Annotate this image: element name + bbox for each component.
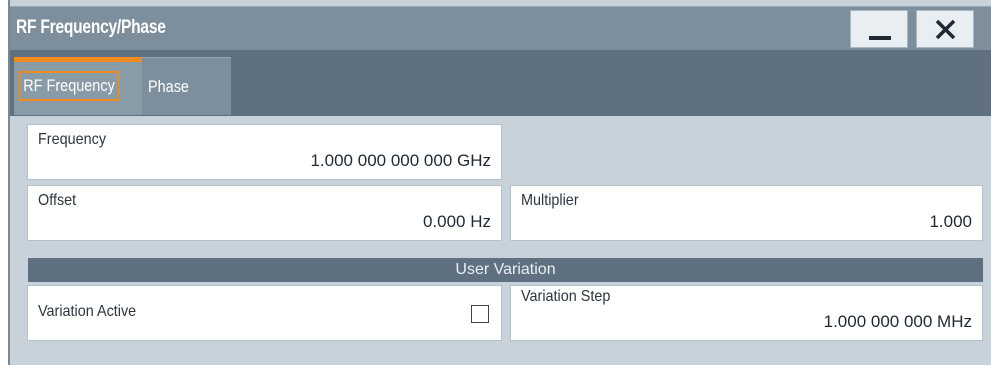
tab-rf-frequency-label: RF Frequency: [19, 71, 120, 101]
variation-step-label: Variation Step: [521, 288, 611, 305]
frequency-label: Frequency: [38, 131, 107, 148]
window-title: RF Frequency/Phase: [16, 17, 166, 38]
frequency-value: 1.000 000 000 000 GHz: [310, 151, 491, 170]
close-button[interactable]: [916, 10, 974, 48]
variation-active-label: Variation Active: [38, 303, 137, 320]
tab-phase-label: Phase: [148, 77, 189, 96]
variation-active-checkbox[interactable]: [471, 305, 489, 323]
multiplier-label: Multiplier: [521, 192, 579, 209]
variation-step-field[interactable]: Variation Step 1.000 000 000 MHz: [510, 285, 983, 341]
tab-bar: RF Frequency Phase: [10, 50, 991, 116]
frequency-field[interactable]: Frequency 1.000 000 000 000 GHz: [27, 124, 502, 180]
offset-field[interactable]: Offset 0.000 Hz: [27, 185, 502, 241]
offset-label: Offset: [38, 192, 77, 209]
offset-value: 0.000 Hz: [422, 212, 491, 231]
multiplier-value: 1.000: [929, 212, 972, 231]
tab-rf-frequency[interactable]: RF Frequency: [14, 57, 142, 115]
tab-phase[interactable]: Phase: [142, 57, 231, 115]
minimize-icon: [869, 36, 891, 40]
rf-frequency-phase-dialog: RF Frequency/Phase RF Frequency Phase Fr…: [8, 0, 991, 365]
variation-active-field[interactable]: Variation Active: [27, 285, 502, 341]
multiplier-field[interactable]: Multiplier 1.000: [510, 185, 983, 241]
close-icon: [935, 19, 956, 40]
title-bar[interactable]: RF Frequency/Phase: [10, 6, 991, 50]
user-variation-header: User Variation: [28, 258, 983, 282]
variation-step-value: 1.000 000 000 MHz: [823, 312, 972, 331]
minimize-button[interactable]: [850, 10, 908, 48]
